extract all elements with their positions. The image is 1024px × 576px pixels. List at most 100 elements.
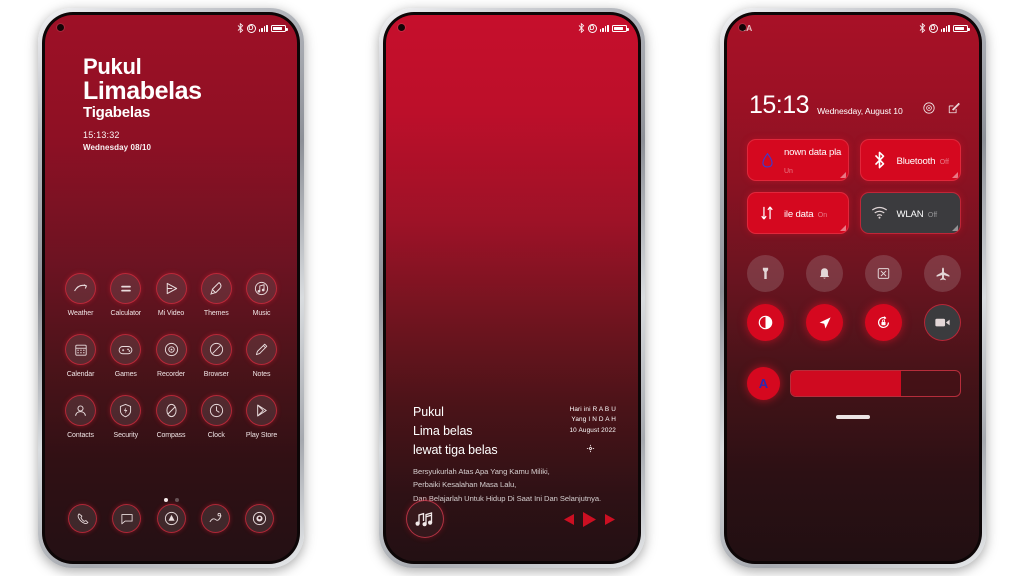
dock-item-messages[interactable]	[105, 504, 148, 533]
toggle-screenshot[interactable]	[865, 255, 902, 292]
previous-icon[interactable]	[563, 513, 575, 526]
app-contacts[interactable]: Contacts	[59, 395, 102, 439]
app-label: Notes	[252, 371, 271, 378]
app-play-store[interactable]: Play Store	[240, 395, 283, 439]
qs-tile-wlan[interactable]: WLAN Off	[859, 192, 961, 234]
qs-tile-data-plan[interactable]: nown data pla Un	[747, 139, 849, 181]
qs-tile-expand-icon[interactable]	[839, 172, 846, 178]
qs-tile-expand-icon[interactable]	[952, 225, 958, 231]
app-browser[interactable]: Browser	[195, 334, 238, 378]
app-label: Games	[114, 371, 137, 378]
qs-tile-expand-icon[interactable]	[952, 172, 958, 178]
message-icon	[112, 504, 142, 533]
music-note-icon	[246, 273, 277, 304]
play-icon[interactable]	[582, 511, 597, 528]
dock-item-apps[interactable]	[150, 504, 193, 533]
signal-bars-icon	[940, 24, 950, 32]
auto-brightness-button[interactable]: A	[747, 367, 780, 400]
brightness-slider[interactable]	[790, 370, 961, 397]
qs-tile-bluetooth[interactable]: Bluetooth Off	[859, 139, 961, 181]
shield-icon	[110, 395, 142, 426]
app-notes[interactable]: Notes	[240, 334, 283, 378]
auto-brightness-label: A	[758, 376, 769, 391]
volte-icon: D	[928, 23, 938, 33]
themes-icon	[200, 273, 232, 304]
app-calendar[interactable]: Calendar	[59, 334, 102, 378]
qs-tile-mobile-data[interactable]: ile data On	[747, 192, 849, 234]
compass-icon	[155, 395, 187, 426]
app-weather[interactable]: Weather	[59, 273, 102, 317]
toggle-location[interactable]	[806, 304, 843, 341]
music-player-bar	[386, 495, 638, 543]
mobile-data-icon	[757, 205, 777, 221]
page-dot-1[interactable]	[163, 498, 168, 502]
calculator-icon	[110, 273, 142, 304]
phone-3-screen: EA D 15:13 Wednesday, August 10 nown dat…	[727, 15, 979, 561]
quote-line-1: Bersyukurlah Atas Apa Yang Kamu Miliki,	[413, 467, 550, 476]
phone-3-status-bar: EA D	[727, 15, 979, 41]
app-row: Contacts Security Compass Clock Play Sto…	[59, 395, 283, 439]
app-calculator[interactable]: Calculator	[104, 273, 147, 317]
pencil-notes-icon	[246, 334, 277, 365]
app-label: Calendar	[66, 371, 95, 378]
dock-item-phone[interactable]	[61, 504, 104, 533]
battery-icon	[271, 24, 288, 32]
volte-icon: D	[587, 23, 597, 33]
app-compass[interactable]: Compass	[150, 395, 193, 439]
app-label: Recorder	[157, 371, 185, 378]
video-camera-icon	[935, 318, 950, 327]
dock	[45, 504, 297, 533]
dark-mode-icon	[758, 315, 773, 330]
dock-item-camera[interactable]	[238, 504, 281, 533]
settings-gear-icon[interactable]	[922, 101, 936, 115]
toggle-airplane[interactable]	[924, 255, 961, 292]
qs-toggle-row	[747, 255, 961, 292]
front-camera-icon	[398, 24, 405, 31]
clock-line-1: Pukul	[83, 54, 142, 79]
app-themes[interactable]: Themes	[195, 273, 238, 317]
app-clock[interactable]: Clock	[195, 395, 238, 439]
home-indicator[interactable]	[727, 415, 979, 419]
gear-icon[interactable]	[586, 440, 595, 458]
app-recorder[interactable]: Recorder	[150, 334, 193, 378]
volte-icon: D	[246, 23, 256, 33]
phone-1-home-screen: D Pukul Limabelas Tigabelas 15:13:32 Wed…	[38, 8, 304, 568]
contacts-icon	[65, 395, 96, 426]
battery-icon	[953, 24, 970, 32]
qs-clock-time: 15:13	[749, 91, 810, 119]
phone-1-screen: D Pukul Limabelas Tigabelas 15:13:32 Wed…	[45, 15, 297, 561]
app-drawer-icon	[156, 504, 186, 533]
music-notes-icon[interactable]	[406, 500, 444, 538]
app-games[interactable]: Games	[104, 334, 147, 378]
qs-tile-sub: Un	[784, 168, 793, 175]
quick-settings-header: 15:13 Wednesday, August 10	[749, 93, 961, 118]
page-dot-2[interactable]	[174, 498, 179, 502]
calendar-icon	[65, 334, 96, 365]
brightness-slider-fill	[791, 371, 901, 396]
app-music[interactable]: Music	[240, 273, 283, 317]
weather-icon	[65, 273, 96, 304]
dock-item-gallery[interactable]	[194, 504, 237, 533]
flashlight-icon	[762, 267, 769, 280]
app-security[interactable]: Security	[104, 395, 147, 439]
app-label: Mi Video	[157, 310, 185, 317]
hari-block: Hari ini R A B U Yang I N D A H 10 Augus…	[569, 405, 616, 436]
toggle-dark-mode[interactable]	[747, 304, 784, 341]
app-label: Music	[252, 310, 271, 317]
toggle-flashlight[interactable]	[747, 255, 784, 292]
edit-icon[interactable]	[947, 101, 961, 115]
bluetooth-icon	[578, 23, 584, 33]
app-label: Compass	[156, 432, 186, 439]
qs-tile-expand-icon[interactable]	[839, 225, 846, 231]
toggle-silent[interactable]	[806, 255, 843, 292]
qs-tile-label: nown data pla	[784, 147, 842, 158]
toggle-auto-rotate[interactable]	[865, 304, 902, 341]
hari-line-2: Yang I N D A H	[571, 416, 616, 424]
toggle-screen-recorder[interactable]	[924, 304, 961, 341]
next-icon[interactable]	[604, 513, 616, 526]
phone-icon	[68, 504, 97, 533]
app-mi-video[interactable]: Mi Video	[150, 273, 193, 317]
clock-line-2: Limabelas	[83, 77, 202, 106]
qs-toggle-row	[747, 304, 961, 341]
battery-icon	[612, 24, 629, 32]
